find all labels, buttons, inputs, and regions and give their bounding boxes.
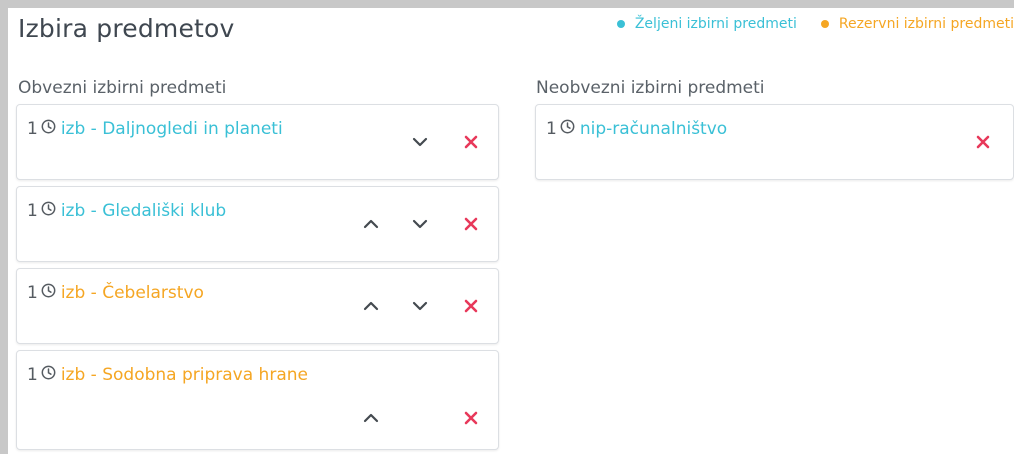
subject-card: 1 izb - Čebelarstvo [16, 268, 499, 344]
subject-name: nip-računalništvo [579, 119, 728, 139]
legend-dot-preferred [616, 20, 625, 28]
subject-hours: 1 [27, 119, 38, 139]
chevron-down-icon[interactable] [409, 213, 431, 235]
chevron-up-icon[interactable] [360, 407, 382, 429]
legend-item-preferred: Željeni izbirni predmeti [616, 16, 797, 32]
subject-card-header: 1 izb - Čebelarstvo [27, 283, 204, 303]
clock-icon [560, 119, 580, 139]
chevron-down-icon[interactable] [409, 131, 431, 153]
subject-hours: 1 [27, 201, 38, 221]
subject-selection-panel: Izbira predmetov Željeni izbirni predmet… [8, 8, 1014, 454]
close-icon[interactable] [460, 407, 482, 429]
subject-name: izb - Sodobna priprava hrane [60, 365, 308, 385]
subject-card-header: 1 nip-računalništvo [546, 119, 727, 139]
subject-card-header: 1 izb - Gledališki klub [27, 201, 226, 221]
subject-card-header: 1 izb - Sodobna priprava hrane [27, 365, 308, 385]
clock-icon [41, 201, 61, 221]
close-icon[interactable] [460, 131, 482, 153]
chevron-up-icon[interactable] [360, 295, 382, 317]
subject-card-header: 1 izb - Daljnogledi in planeti [27, 119, 283, 139]
subject-card: 1 izb - Daljnogledi in planeti [16, 104, 499, 180]
subject-name: izb - Čebelarstvo [60, 283, 204, 303]
legend-label-reserve: Rezervni izbirni predmeti [838, 16, 1014, 32]
subject-hours: 1 [27, 283, 38, 303]
subject-card: 1 izb - Gledališki klub [16, 186, 499, 262]
subject-card: 1 izb - Sodobna priprava hrane [16, 350, 499, 450]
chevron-up-icon[interactable] [360, 213, 382, 235]
subject-hours: 1 [546, 119, 557, 139]
legend-label-preferred: Željeni izbirni predmeti [634, 16, 797, 32]
subject-card: 1 nip-računalništvo [535, 104, 1014, 180]
close-icon[interactable] [972, 131, 994, 153]
subject-name: izb - Daljnogledi in planeti [60, 119, 283, 139]
page-title: Izbira predmetov [18, 14, 235, 43]
neobvezni-heading: Neobvezni izbirni predmeti [536, 78, 765, 98]
obvezni-heading: Obvezni izbirni predmeti [18, 78, 227, 98]
close-icon[interactable] [460, 213, 482, 235]
chevron-down-icon[interactable] [409, 295, 431, 317]
subject-name: izb - Gledališki klub [60, 201, 227, 221]
close-icon[interactable] [460, 295, 482, 317]
subject-hours: 1 [27, 365, 38, 385]
clock-icon [41, 365, 61, 385]
legend-dot-reserve [820, 20, 829, 28]
clock-icon [41, 283, 61, 303]
clock-icon [41, 119, 61, 139]
legend-item-reserve: Rezervni izbirni predmeti [820, 16, 1014, 32]
legend: Željeni izbirni predmeti Rezervni izbirn… [616, 16, 1014, 32]
